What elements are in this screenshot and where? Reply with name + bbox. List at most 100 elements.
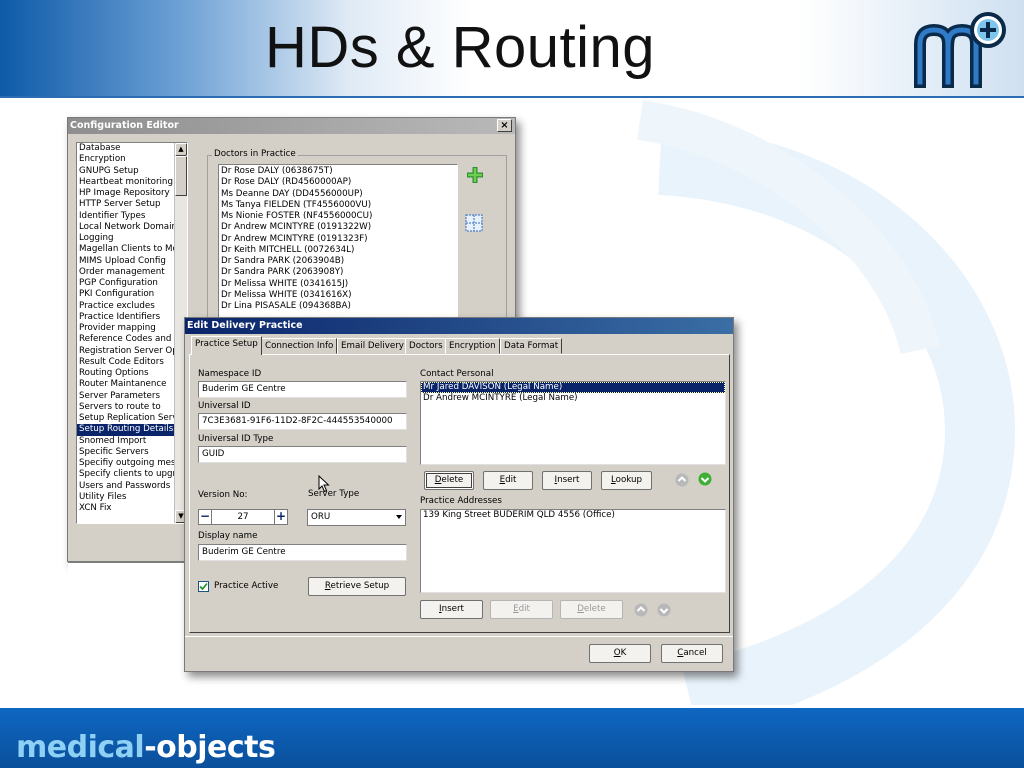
- tab-doctors[interactable]: Doctors: [405, 338, 447, 354]
- doctor-list-item[interactable]: Dr Rose DALY (0638675T): [219, 166, 457, 177]
- doctor-list-item[interactable]: Dr Rose DALY (RD4560000AP): [219, 177, 457, 188]
- address-edit-button[interactable]: Edit: [490, 600, 553, 619]
- config-category-item[interactable]: Encryption: [77, 154, 187, 165]
- doctors-list[interactable]: Dr Rose DALY (0638675T) Dr Rose DALY (RD4…: [218, 164, 458, 324]
- config-category-list[interactable]: Database Encryption GNUPG Setup Heartbeat m…: [76, 142, 188, 524]
- display-name-field[interactable]: Buderim GE Centre: [198, 544, 407, 561]
- contact-personal-list[interactable]: Mr Jared DAVISON (Legal Name) Dr Andrew M…: [420, 381, 726, 465]
- retrieve-setup-button[interactable]: Retrieve Setup: [308, 577, 406, 596]
- scroll-thumb[interactable]: [175, 156, 187, 196]
- config-category-item[interactable]: Database: [77, 143, 187, 154]
- doctor-list-item[interactable]: Dr Andrew MCINTYRE (0191323F): [219, 234, 457, 245]
- tab-connection-info[interactable]: Connection Info: [261, 338, 338, 354]
- doctor-list-item[interactable]: Dr Sandra PARK (2063904B): [219, 256, 457, 267]
- universal-id-field[interactable]: 7C3E3681-91F6-11D2-8F2C-444553540000: [198, 413, 407, 430]
- tab-data-format[interactable]: Data Format: [500, 338, 563, 354]
- retrieve-label: etrieve Setup: [330, 581, 390, 591]
- dialog-separator: [185, 636, 733, 637]
- config-category-item[interactable]: Heartbeat monitoring: [77, 177, 187, 188]
- tab-email-delivery[interactable]: Email Delivery: [337, 338, 408, 354]
- version-field[interactable]: 27: [212, 509, 274, 525]
- config-category-item[interactable]: Router Maintanence: [77, 379, 187, 390]
- doctor-list-item[interactable]: Dr Lina PISASALE (094368BA): [219, 301, 457, 312]
- medical-objects-logo-icon: [914, 12, 1006, 88]
- doctor-list-item[interactable]: Dr Andrew MCINTYRE (0191322W): [219, 222, 457, 233]
- doctor-list-item[interactable]: Ms Tanya FIELDEN (TF4556000VU): [219, 200, 457, 211]
- version-increment-button[interactable]: +: [274, 509, 288, 525]
- namespace-field[interactable]: Buderim GE Centre: [198, 381, 407, 398]
- server-type-label: Server Type: [308, 489, 360, 499]
- address-edit-label: dit: [518, 604, 530, 614]
- config-category-item[interactable]: Routing Options: [77, 368, 187, 379]
- tab-practice-setup[interactable]: Practice Setup: [191, 336, 262, 355]
- close-button[interactable]: ×: [497, 119, 512, 132]
- config-category-item[interactable]: Server Parameters: [77, 391, 187, 402]
- config-category-item[interactable]: Snomed Import: [77, 436, 187, 447]
- universal-id-label: Universal ID: [198, 401, 251, 411]
- doctor-list-item[interactable]: Dr Melissa WHITE (0341616X): [219, 290, 457, 301]
- contact-insert-button[interactable]: Insert: [542, 471, 592, 490]
- doctor-list-item[interactable]: Dr Keith MITCHELL (0072634L): [219, 245, 457, 256]
- address-move-up-icon[interactable]: [634, 603, 648, 617]
- contact-move-down-icon[interactable]: [698, 472, 712, 486]
- cancel-label: ancel: [683, 648, 707, 658]
- address-delete-button[interactable]: Delete: [560, 600, 623, 619]
- config-category-item[interactable]: Utility Files: [77, 492, 187, 503]
- version-decrement-button[interactable]: −: [198, 509, 212, 525]
- contact-delete-button[interactable]: Delete: [424, 471, 474, 490]
- namespace-label: Namespace ID: [198, 369, 262, 379]
- config-category-item[interactable]: Practice excludes: [77, 301, 187, 312]
- practice-active-checkbox[interactable]: [198, 581, 209, 592]
- config-category-item[interactable]: Local Network Domain: [77, 222, 187, 233]
- universal-id-type-field[interactable]: GUID: [198, 446, 407, 463]
- config-category-item[interactable]: Reference Codes and 7: [77, 334, 187, 345]
- practice-setup-panel: Namespace ID Buderim GE Centre Universal…: [189, 354, 730, 633]
- contact-list-item[interactable]: Dr Andrew MCINTYRE (Legal Name): [421, 393, 725, 404]
- doctor-list-item[interactable]: Dr Melissa WHITE (0341615J): [219, 279, 457, 290]
- config-category-item[interactable]: Registration Server Op: [77, 346, 187, 357]
- doctor-list-item[interactable]: Ms Nionie FOSTER (NF4556000CU): [219, 211, 457, 222]
- contact-move-up-icon[interactable]: [675, 473, 689, 487]
- address-move-down-icon[interactable]: [657, 603, 671, 617]
- config-category-item[interactable]: Logging: [77, 233, 187, 244]
- address-list-item[interactable]: 139 King Street BUDERIM QLD 4556 (Office…: [421, 510, 725, 521]
- config-category-item[interactable]: MIMS Upload Config: [77, 256, 187, 267]
- config-category-item[interactable]: Order management: [77, 267, 187, 278]
- config-category-item[interactable]: Servers to route to: [77, 402, 187, 413]
- config-category-item[interactable]: Identifier Types: [77, 211, 187, 222]
- add-doctor-icon[interactable]: [466, 166, 484, 184]
- config-category-item[interactable]: Specific Servers: [77, 447, 187, 458]
- address-delete-label: elete: [583, 604, 606, 614]
- cancel-button[interactable]: Cancel: [661, 644, 723, 663]
- tab-encryption[interactable]: Encryption: [445, 338, 500, 354]
- config-category-item[interactable]: Users and Passwords: [77, 481, 187, 492]
- config-category-item[interactable]: HTTP Server Setup: [77, 199, 187, 210]
- doctors-group-label: Doctors in Practice: [212, 149, 298, 159]
- grid-select-icon[interactable]: [464, 213, 484, 233]
- contact-lookup-button[interactable]: Lookup: [601, 471, 652, 490]
- scroll-up-icon[interactable]: ▲: [175, 143, 187, 156]
- config-category-item[interactable]: XCN Fix: [77, 503, 187, 514]
- contact-edit-button[interactable]: Edit: [483, 471, 533, 490]
- edit-delivery-practice-dialog: Edit Delivery Practice Practice Setup Co…: [184, 317, 734, 672]
- practice-addresses-list[interactable]: 139 King Street BUDERIM QLD 4556 (Office…: [420, 509, 726, 593]
- doctor-list-item[interactable]: Ms Deanne DAY (DD4556000UP): [219, 189, 457, 200]
- chevron-down-icon: [396, 515, 402, 519]
- config-category-item[interactable]: GNUPG Setup: [77, 166, 187, 177]
- config-category-item[interactable]: Specifiy outgoing mess: [77, 458, 187, 469]
- config-category-item[interactable]: PKI Configuration: [77, 289, 187, 300]
- config-category-item[interactable]: HP Image Repository: [77, 188, 187, 199]
- config-category-item[interactable]: Result Code Editors: [77, 357, 187, 368]
- config-category-item[interactable]: Setup Routing Details: [77, 424, 187, 436]
- address-insert-button[interactable]: Insert: [420, 600, 483, 619]
- server-type-select[interactable]: ORU: [307, 509, 406, 526]
- contact-list-item[interactable]: Mr Jared DAVISON (Legal Name): [421, 382, 725, 393]
- config-category-item[interactable]: Provider mapping: [77, 323, 187, 334]
- config-category-item[interactable]: PGP Configuration: [77, 278, 187, 289]
- config-category-item[interactable]: Magellan Clients to Mor: [77, 244, 187, 255]
- config-category-item[interactable]: Practice Identifiers: [77, 312, 187, 323]
- config-category-item[interactable]: Specify clients to upgra: [77, 469, 187, 480]
- ok-button[interactable]: OK: [589, 644, 651, 663]
- doctor-list-item[interactable]: Dr Sandra PARK (2063908Y): [219, 267, 457, 278]
- config-category-item[interactable]: Setup Replication Serv: [77, 413, 187, 424]
